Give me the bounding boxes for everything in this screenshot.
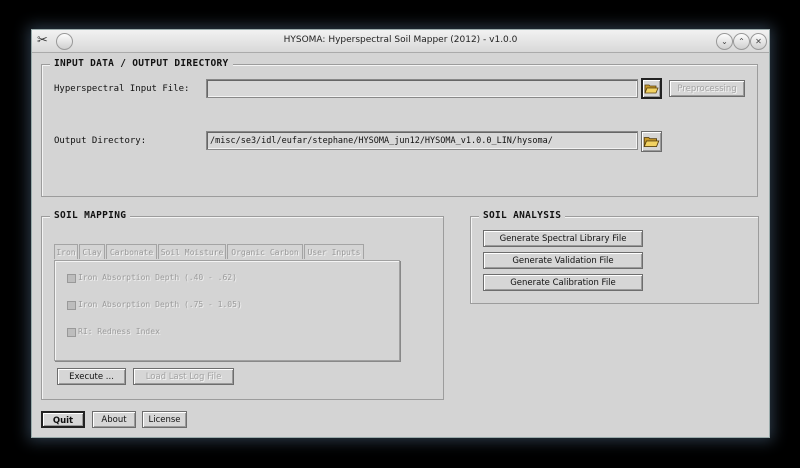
execute-button[interactable]: Execute ... (57, 368, 126, 385)
generate-spectral-library-button[interactable]: Generate Spectral Library File (483, 230, 643, 247)
quit-button[interactable]: Quit (41, 411, 85, 428)
tab-carbonate[interactable]: Carbonate (106, 244, 157, 259)
tab-clay[interactable]: Clay (79, 244, 105, 259)
redness-index-label: RI: Redness Index (78, 327, 160, 336)
redness-index-checkbox[interactable] (67, 328, 76, 337)
generate-validation-button[interactable]: Generate Validation File (483, 252, 643, 269)
output-directory-label: Output Directory: (54, 136, 147, 146)
soil-analysis-group-title: SOIL ANALYSIS (479, 210, 566, 221)
output-browse-button[interactable] (641, 131, 662, 152)
tab-soil-moisture[interactable]: Soil Moisture (158, 244, 226, 259)
folder-open-icon (644, 84, 659, 94)
iron-depth-40-62-checkbox[interactable] (67, 274, 76, 283)
tab-organic-carbon[interactable]: Organic Carbon (227, 244, 303, 259)
input-file-label: Hyperspectral Input File: (54, 84, 190, 94)
maximize-icon[interactable]: ⌃ (733, 33, 750, 50)
input-output-group-title: INPUT DATA / OUTPUT DIRECTORY (50, 58, 233, 69)
iron-depth-75-105-label: Iron Absorption Depth (.75 - 1.05) (78, 300, 242, 309)
generate-calibration-button[interactable]: Generate Calibration File (483, 274, 643, 291)
close-icon[interactable]: ✕ (750, 33, 767, 50)
main-window: ✂ HYSOMA: Hyperspectral Soil Mapper (201… (31, 29, 770, 438)
soil-mapping-group-title: SOIL MAPPING (50, 210, 131, 221)
tab-user-inputs[interactable]: User Inputs (304, 244, 364, 259)
about-button[interactable]: About (92, 411, 136, 428)
preprocessing-button[interactable]: Preprocessing (669, 80, 745, 97)
output-directory-field[interactable]: /misc/se3/idl/eufar/stephane/HYSOMA_jun1… (206, 131, 638, 150)
load-last-log-button[interactable]: Load Last Log File (133, 368, 234, 385)
window-title: HYSOMA: Hyperspectral Soil Mapper (2012)… (283, 35, 518, 45)
minimize-icon[interactable]: ⌄ (716, 33, 733, 50)
input-file-field[interactable] (206, 79, 638, 98)
tab-iron[interactable]: Iron (54, 244, 78, 259)
folder-open-icon (643, 137, 660, 147)
title-bar[interactable]: ✂ HYSOMA: Hyperspectral Soil Mapper (201… (32, 30, 769, 53)
iron-depth-75-105-checkbox[interactable] (67, 301, 76, 310)
iron-depth-40-62-label: Iron Absorption Depth (.40 - .62) (78, 273, 237, 282)
license-button[interactable]: License (142, 411, 187, 428)
input-browse-button[interactable] (641, 78, 662, 99)
